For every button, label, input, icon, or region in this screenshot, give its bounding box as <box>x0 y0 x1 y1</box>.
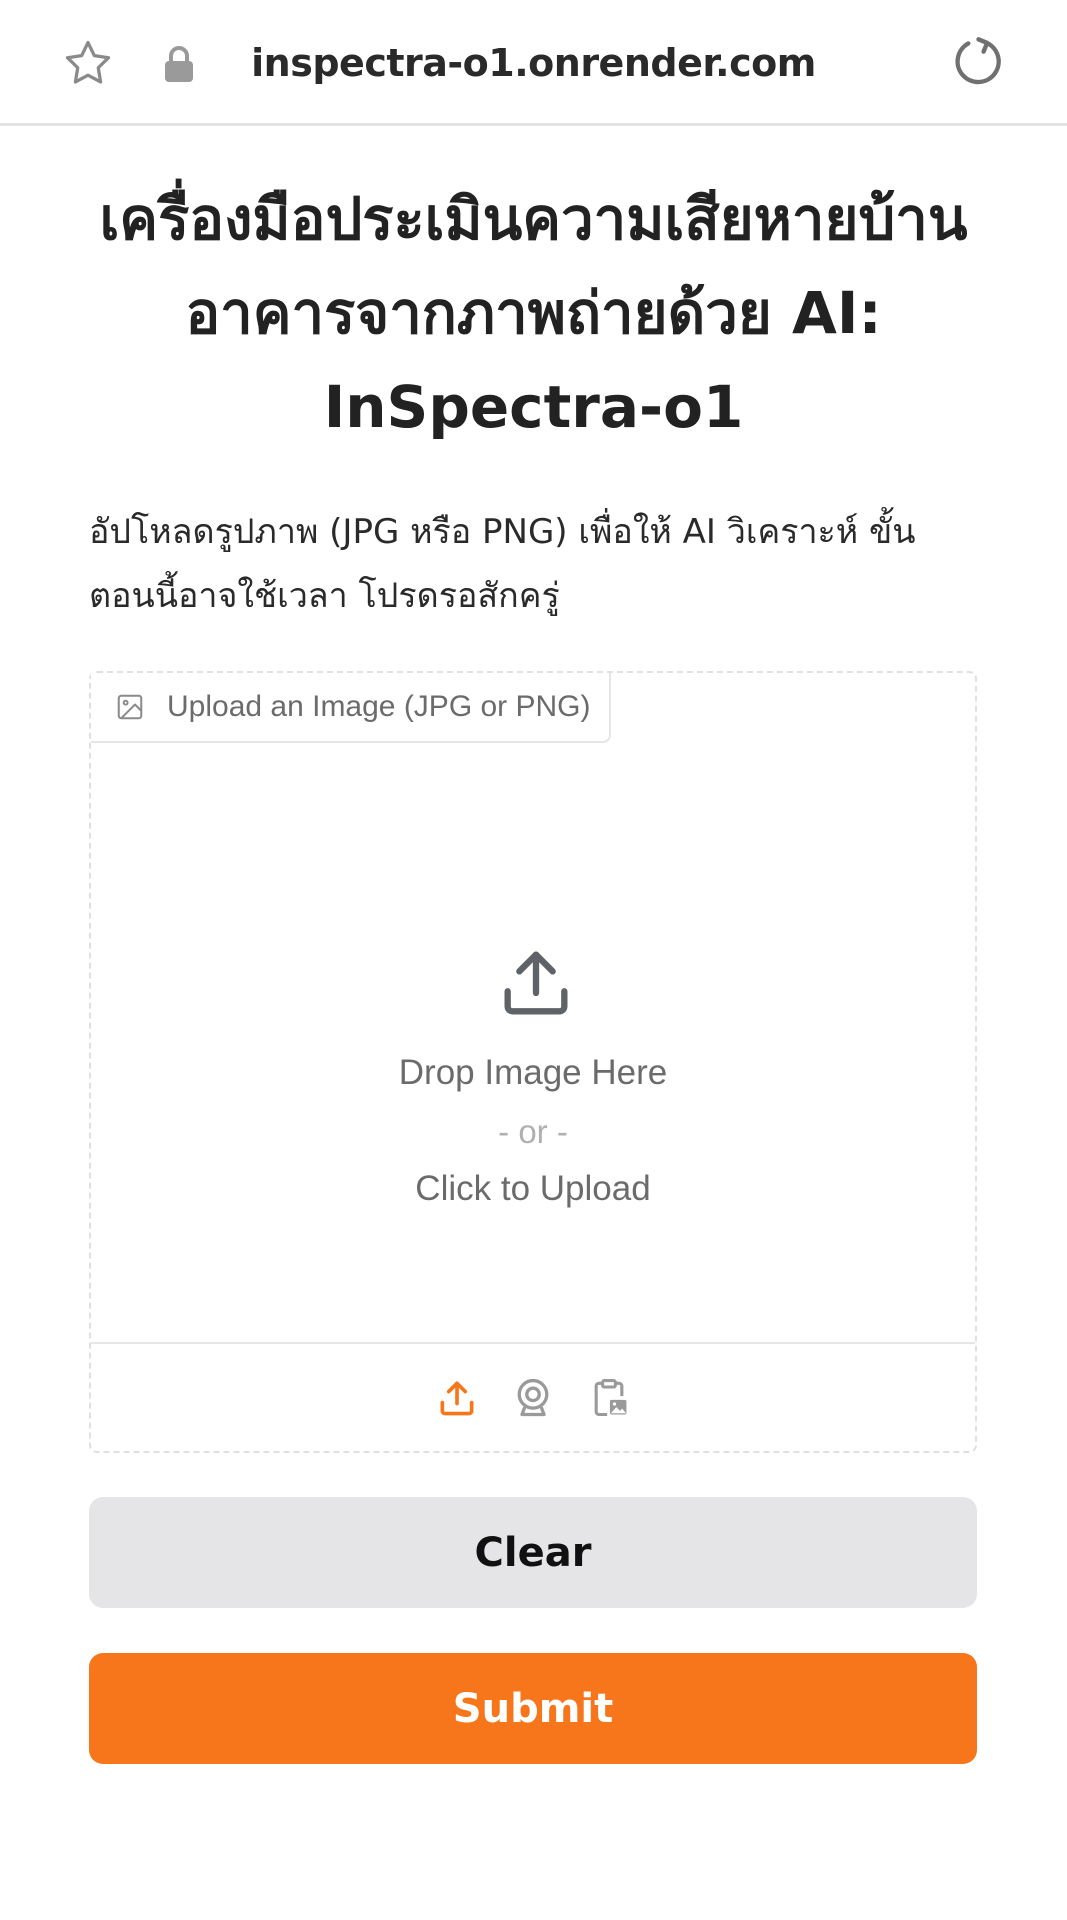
upload-source-icon[interactable] <box>435 1376 479 1420</box>
drop-zone[interactable]: Drop Image Here - or - Click to Upload <box>91 743 975 1343</box>
reload-icon[interactable] <box>949 34 1007 92</box>
page-description: อัปโหลดรูปภาพ (JPG หรือ PNG) เพื่อให้ AI… <box>89 512 916 616</box>
drop-image-text: Drop Image Here <box>398 1053 668 1092</box>
webcam-icon[interactable] <box>511 1376 555 1420</box>
image-upload-panel: Upload an Image (JPG or PNG) Drop Image … <box>89 671 977 1453</box>
submit-button[interactable]: Submit <box>89 1653 977 1764</box>
upload-icon <box>504 951 568 1015</box>
lock-icon <box>165 46 193 82</box>
clipboard-icon[interactable] <box>587 1376 631 1420</box>
upload-label: Upload an Image (JPG or PNG) <box>91 673 611 743</box>
or-separator: - or - <box>498 1113 568 1150</box>
click-to-upload-text: Click to Upload <box>415 1169 651 1208</box>
upload-label-text: Upload an Image (JPG or PNG) <box>167 690 591 723</box>
browser-toolbar: inspectra-o1.onrender.com <box>0 0 1067 126</box>
image-icon <box>117 694 143 720</box>
url-bar[interactable]: inspectra-o1.onrender.com <box>250 38 817 88</box>
clear-button[interactable]: Clear <box>89 1497 977 1608</box>
star-icon[interactable] <box>60 36 116 92</box>
page-title: เครื่องมือประเมินความเสียหายบ้านอาคารจาก… <box>99 185 968 441</box>
source-selector <box>91 1342 975 1451</box>
